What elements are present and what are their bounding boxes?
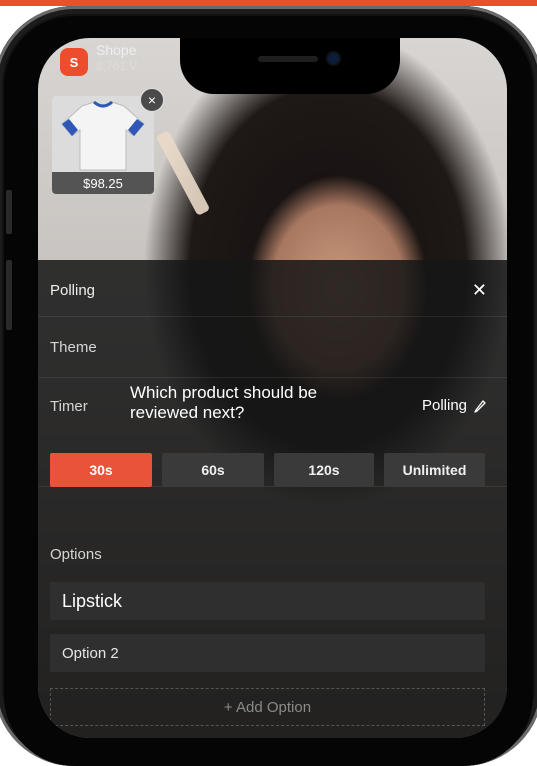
panel-header: Polling ✕ — [38, 260, 507, 317]
shop-logo-icon[interactable]: S — [60, 48, 88, 76]
theme-label: Theme — [50, 339, 97, 356]
phone-side-button — [6, 190, 12, 234]
speaker-grille — [258, 56, 318, 62]
phone-screen: S Shope 8,761 V $98.25 × Polling ✕ Theme… — [38, 38, 507, 738]
front-camera-icon — [328, 53, 339, 64]
theme-row[interactable]: Theme Which product should be reviewed n… — [38, 317, 507, 422]
timer-option-30s[interactable]: 30s — [50, 453, 152, 487]
close-icon[interactable]: ✕ — [472, 280, 487, 301]
panel-title: Polling — [50, 282, 96, 299]
option-2-input[interactable]: Option 2 — [50, 634, 485, 672]
timer-label: Timer — [50, 398, 88, 415]
tshirt-image — [52, 96, 154, 174]
product-price: $98.25 — [52, 172, 154, 194]
timer-option-unlimited[interactable]: Unlimited — [384, 453, 485, 487]
options-label: Options — [50, 546, 102, 563]
phone-notch — [180, 38, 400, 94]
phone-side-button — [6, 260, 12, 330]
timer-option-120s[interactable]: 120s — [274, 453, 374, 487]
timer-option-60s[interactable]: 60s — [162, 453, 264, 487]
viewer-count: 8,761 V — [96, 59, 138, 73]
close-product-icon[interactable]: × — [140, 88, 164, 112]
shop-name: Shope — [96, 42, 137, 58]
pinned-product-card[interactable]: $98.25 — [52, 96, 154, 194]
option-1-input[interactable]: Lipstick — [50, 582, 485, 620]
polling-panel: Polling ✕ Theme Which product should be … — [38, 260, 507, 738]
add-option-button[interactable]: + Add Option — [50, 688, 485, 726]
